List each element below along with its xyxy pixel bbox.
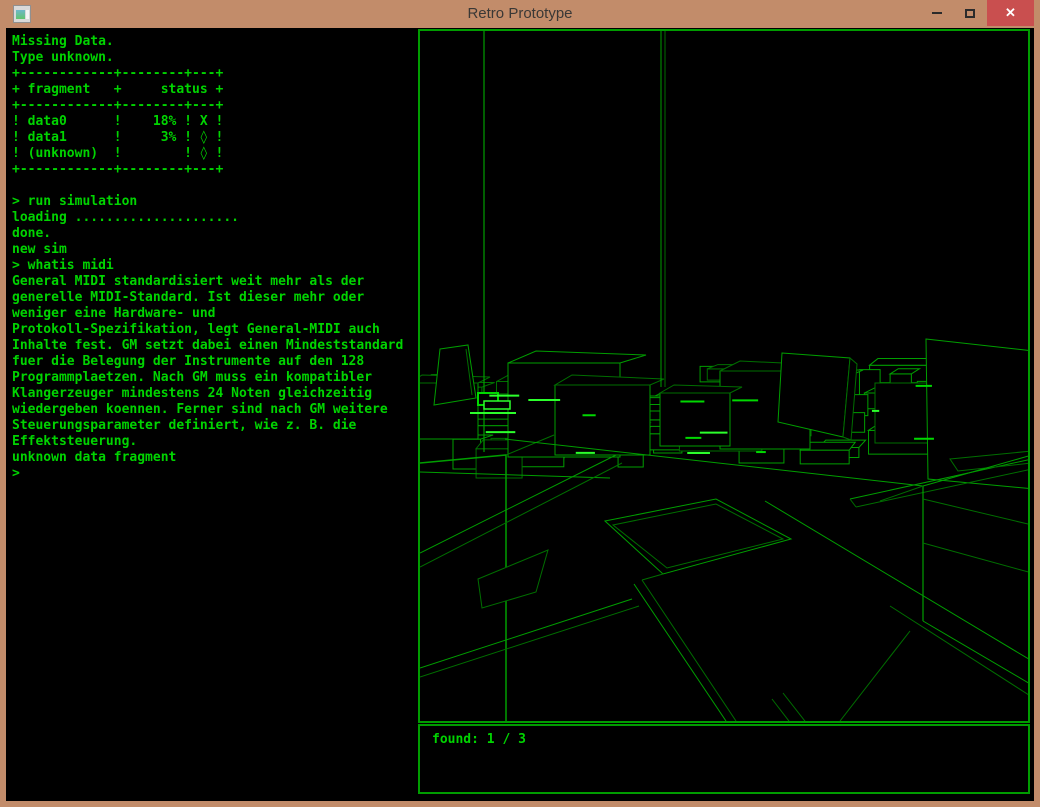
found-status-text: found: 1 / 3 [432, 732, 526, 748]
window-title: Retro Prototype [0, 0, 1040, 28]
wireframe-scene [420, 31, 1028, 721]
window-content: Missing Data. Type unknown. +-----------… [6, 28, 1034, 801]
minimize-button[interactable] [921, 0, 953, 26]
close-icon: ✕ [1005, 5, 1016, 21]
found-status-bar: found: 1 / 3 [418, 724, 1030, 794]
minimize-icon [932, 12, 942, 14]
window-titlebar[interactable]: Retro Prototype ✕ [0, 0, 1040, 28]
app-window: Retro Prototype ✕ Missing Data. Type unk… [0, 0, 1040, 807]
maximize-button[interactable] [953, 0, 987, 26]
terminal-panel[interactable]: Missing Data. Type unknown. +-----------… [6, 28, 416, 801]
maximize-icon [965, 9, 975, 18]
wireframe-viewport[interactable] [418, 29, 1030, 723]
close-button[interactable]: ✕ [987, 0, 1034, 26]
window-controls: ✕ [921, 0, 1034, 28]
terminal-output[interactable]: Missing Data. Type unknown. +-----------… [12, 34, 403, 482]
